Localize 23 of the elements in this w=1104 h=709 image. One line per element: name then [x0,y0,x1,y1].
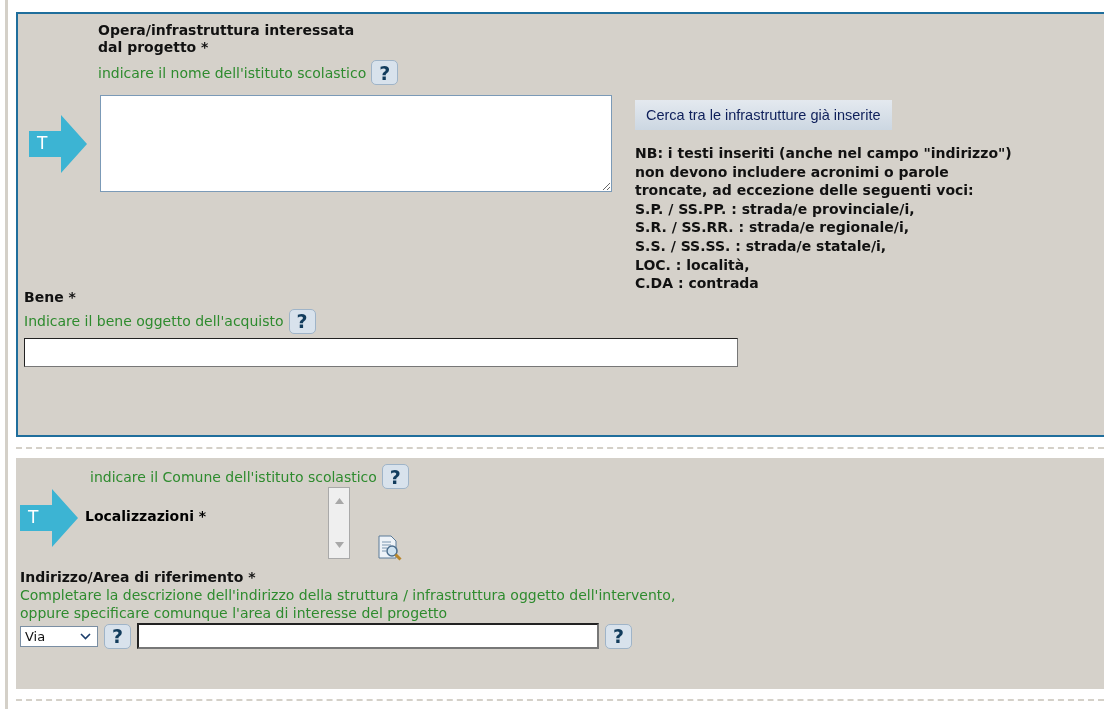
hint-text: indicare il Comune dell'istituto scolastico [90,467,377,486]
caret-icon [80,632,91,640]
document-search-icon[interactable] [377,535,403,561]
field-label: Opera/infrastruttura interessata dal progetto * [98,22,356,56]
address-input[interactable] [137,623,599,649]
street-type-dropdown[interactable]: Via [20,625,98,647]
hint-text: Indicare il bene oggetto dell'acquisto [24,312,284,331]
hint-text: Completare la descrizione dell'indirizzo della struttura / infrastruttura oggetto dell'intervento, oppure specificare comunque l'area di interesse del progetto [20,586,677,622]
hint-text: indicare il nome dell'istituto scolastico [98,63,367,82]
type-arrow-icon: T [20,489,78,547]
input-field[interactable] [24,337,738,367]
field-label: Indirizzo/Area di riferimento * [20,569,257,586]
field-label: Bene * [24,288,77,306]
note-text: NB: i testi inseriti (anche nel campo "indirizzo") non devono includere acronimi o parole troncate, ad eccezione delle seguenti voci: S.P. / SS.PP. : strada/e provinciale/i, S.R. / SS.RR. : strada/e regionale/i, S.S. / SS.SS. : strada/e statale/i, LOC. : località, C.DA : contrada [635,144,1012,293]
help-button[interactable]: ? [104,623,131,649]
help-button[interactable]: ? [371,60,399,85]
help-button[interactable]: ? [288,308,316,334]
help-button[interactable]: ? [605,623,632,649]
search-button[interactable]: Cerca tra le infrastrutture già inserite [635,100,892,130]
field-label: Localizzazioni * [85,508,208,524]
text-area[interactable] [100,95,612,192]
help-button[interactable]: ? [381,464,409,489]
type-arrow-icon: T [29,114,87,173]
